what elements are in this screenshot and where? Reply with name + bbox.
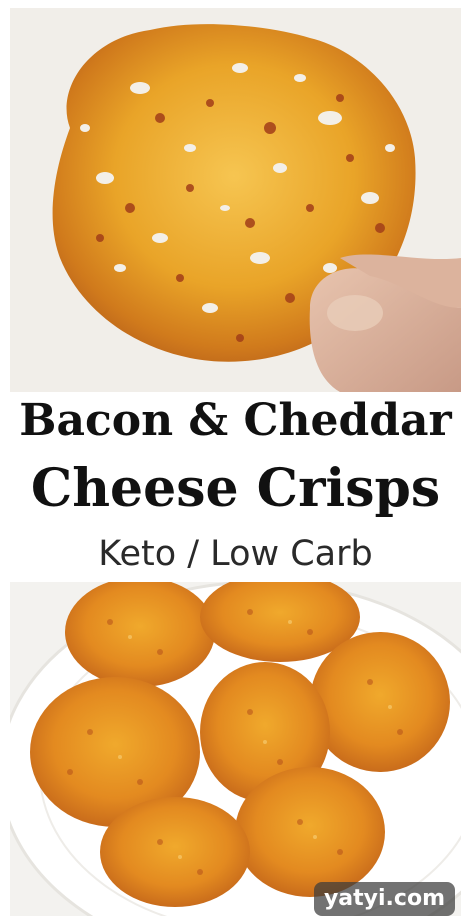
top-photo-cheese-crisp-in-hand (10, 8, 461, 392)
title-line-1: Bacon & Cheddar (19, 395, 452, 446)
title-line-2: Cheese Crisps (30, 458, 441, 519)
watermark: yatyi.com (313, 882, 455, 916)
subtitle: Keto / Low Carb (98, 534, 373, 574)
title-block: Bacon & Cheddar Cheese Crisps Keto / Low… (0, 392, 471, 582)
bottom-photo-plate-of-crisps (10, 582, 461, 916)
pin-image: Bacon & Cheddar Cheese Crisps Keto / Low… (0, 0, 471, 924)
